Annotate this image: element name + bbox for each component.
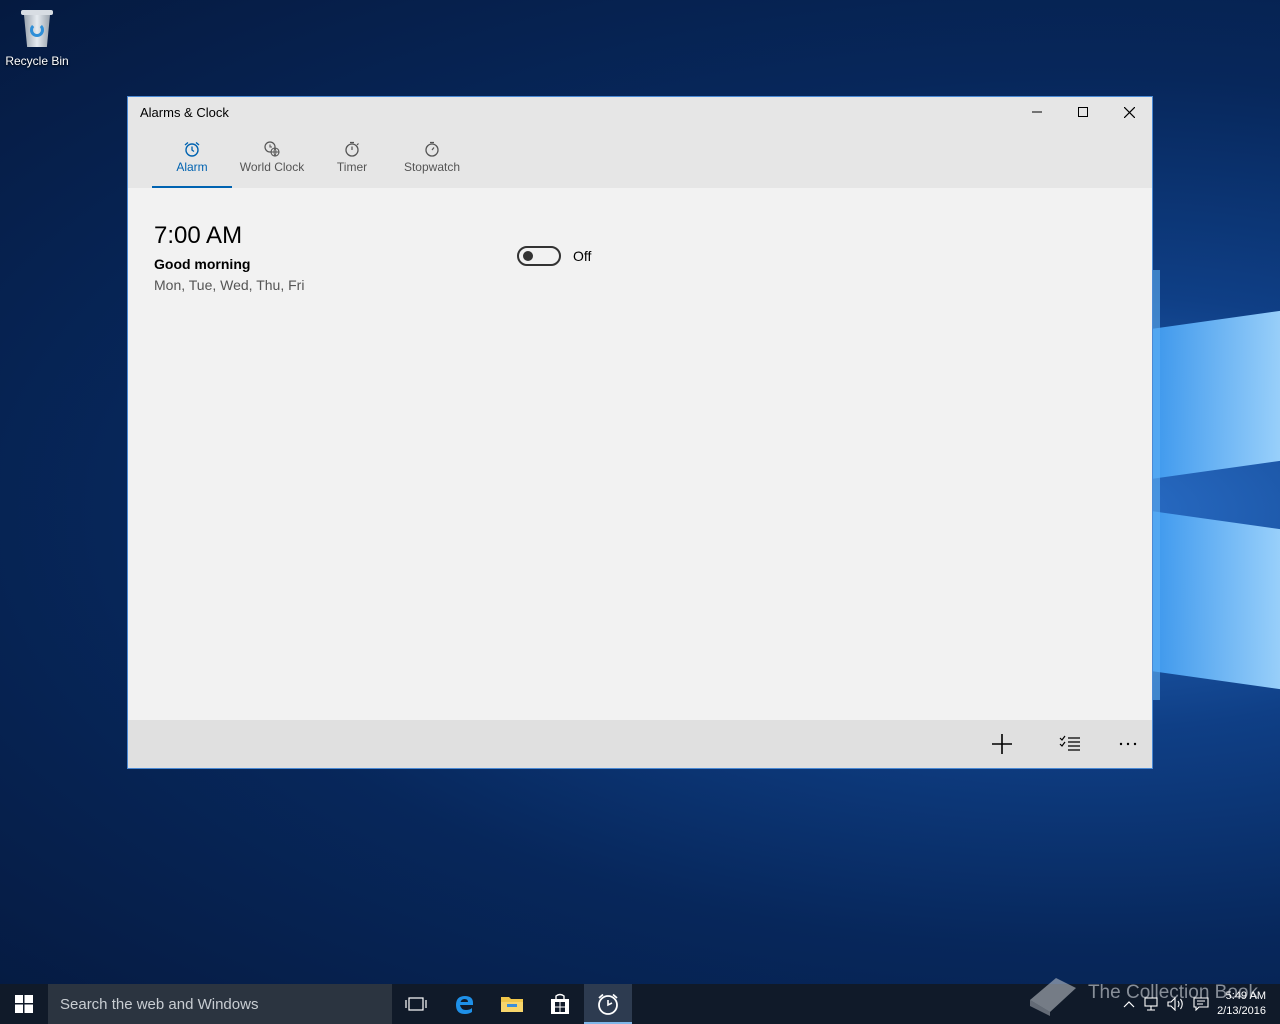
folder-icon: [501, 997, 523, 1012]
edge-icon: [456, 996, 473, 1014]
stopwatch-icon: [425, 141, 439, 157]
toggle-state-label: Off: [573, 248, 592, 264]
alarm-name: Good morning: [154, 256, 251, 272]
store-icon: [551, 993, 569, 1014]
close-button[interactable]: [1106, 97, 1152, 127]
more-options-button[interactable]: [1113, 730, 1143, 758]
system-tray: 5:49 AM 2/13/2016: [1123, 984, 1274, 1024]
toggle-switch[interactable]: [517, 246, 561, 266]
select-alarms-button[interactable]: [1055, 730, 1085, 758]
search-placeholder: Search the web and Windows: [60, 995, 259, 1013]
command-bar: [128, 720, 1152, 768]
more-icon: [1119, 742, 1137, 746]
recycle-bin-label: Recycle Bin: [5, 54, 69, 68]
maximize-button[interactable]: [1060, 97, 1106, 127]
tab-timer-label: Timer: [336, 160, 368, 174]
taskbar-clock[interactable]: 5:49 AM 2/13/2016: [1217, 989, 1274, 1019]
alarm-item[interactable]: 7:00 AM Good morning Mon, Tue, Wed, Thu,…: [154, 222, 304, 293]
alarms-clock-taskbar-button[interactable]: [584, 984, 632, 1024]
tab-world-clock[interactable]: World Clock: [232, 127, 312, 188]
tab-alarm-label: Alarm: [176, 160, 208, 174]
minimize-button[interactable]: [1014, 97, 1060, 127]
tab-stopwatch-label: Stopwatch: [403, 160, 461, 174]
window-title: Alarms & Clock: [140, 104, 229, 120]
edge-browser-button[interactable]: [440, 984, 488, 1024]
toggle-knob: [523, 251, 533, 261]
alarm-days: Mon, Tue, Wed, Thu, Fri: [154, 277, 305, 293]
task-view-icon: [405, 997, 427, 1011]
chevron-up-icon[interactable]: [1123, 999, 1135, 1009]
clock-date: 2/13/2016: [1217, 1005, 1266, 1017]
taskbar: Search the web and Windows The Collectio…: [0, 978, 1280, 1024]
world-clock-icon: [264, 141, 280, 157]
add-alarm-button[interactable]: [987, 730, 1017, 758]
minimize-icon: [1032, 111, 1042, 113]
windows-logo-icon: [15, 995, 33, 1013]
search-box[interactable]: Search the web and Windows: [48, 984, 392, 1024]
clock-time: 5:49 AM: [1225, 990, 1266, 1002]
recycle-bin-shortcut[interactable]: Recycle Bin: [4, 6, 70, 68]
book-icon: [1029, 978, 1076, 1016]
tab-stopwatch[interactable]: Stopwatch: [392, 127, 472, 188]
alarm-list: 7:00 AM Good morning Mon, Tue, Wed, Thu,…: [128, 188, 1152, 720]
volume-icon[interactable]: [1167, 997, 1185, 1011]
close-icon: [1123, 106, 1135, 118]
tab-bar: Alarm World Clock Timer Stopwatch: [128, 127, 1152, 188]
alarm-clock-icon: [184, 141, 200, 157]
tab-alarm[interactable]: Alarm: [152, 127, 232, 188]
add-icon: [992, 734, 1012, 754]
alarm-toggle[interactable]: Off: [517, 246, 591, 266]
alarm-time: 7:00 AM: [154, 222, 243, 249]
store-button[interactable]: [536, 984, 584, 1024]
recycle-bin-icon: [18, 6, 56, 50]
alarms-clock-window: Alarms & Clock Alarm World Clock Timer S…: [127, 96, 1153, 769]
tab-timer[interactable]: Timer: [312, 127, 392, 188]
task-view-button[interactable]: [392, 984, 440, 1024]
network-icon[interactable]: [1143, 997, 1159, 1011]
title-bar[interactable]: Alarms & Clock: [128, 97, 1152, 127]
maximize-icon: [1078, 107, 1088, 117]
start-button[interactable]: [0, 984, 48, 1024]
timer-icon: [345, 141, 359, 157]
action-center-icon[interactable]: [1193, 997, 1209, 1011]
alarm-clock-icon: [598, 993, 618, 1015]
file-explorer-button[interactable]: [488, 984, 536, 1024]
select-list-icon: [1059, 735, 1080, 751]
tab-world-clock-label: World Clock: [239, 160, 305, 174]
